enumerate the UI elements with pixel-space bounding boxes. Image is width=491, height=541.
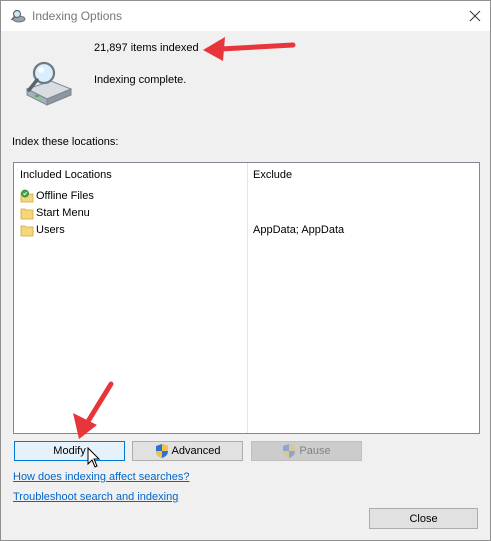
location-name: Start Menu	[36, 207, 90, 219]
index-locations-label: Index these locations:	[12, 136, 119, 148]
pause-button-label: Pause	[299, 445, 331, 457]
list-item[interactable]: Offline Files	[14, 188, 479, 205]
offline-files-icon	[20, 189, 34, 203]
advanced-button[interactable]: Advanced	[132, 441, 243, 461]
list-item[interactable]: Start Menu	[14, 205, 479, 222]
indexing-status: Indexing complete.	[94, 74, 187, 86]
troubleshoot-link[interactable]: Troubleshoot search and indexing	[13, 491, 178, 503]
close-window-button[interactable]	[460, 1, 490, 31]
annotation-arrow-count	[203, 37, 296, 61]
folder-icon	[20, 225, 34, 237]
locations-list[interactable]: Included Locations Exclude Offline Files…	[13, 162, 480, 434]
close-button[interactable]: Close	[369, 508, 478, 529]
indexing-options-window: Indexing Options 21,897 items indexed In…	[0, 0, 491, 541]
list-item[interactable]: Users AppData; AppData	[14, 222, 479, 239]
location-name: Users	[36, 224, 65, 236]
search-drive-icon	[25, 61, 73, 106]
column-header-exclude[interactable]: Exclude	[253, 163, 292, 187]
how-indexing-affects-link[interactable]: How does indexing affect searches?	[13, 471, 190, 483]
items-indexed-count: 21,897 items indexed	[94, 42, 199, 54]
indexing-options-icon	[10, 9, 26, 23]
uac-shield-icon	[155, 444, 168, 458]
close-icon	[469, 10, 481, 22]
title-bar: Indexing Options	[1, 1, 490, 31]
advanced-button-label: Advanced	[171, 445, 221, 457]
column-header-included[interactable]: Included Locations	[20, 163, 112, 187]
modify-button[interactable]: Modify	[14, 441, 125, 461]
location-name: Offline Files	[36, 190, 94, 202]
pause-button[interactable]: Pause	[251, 441, 362, 461]
window-title: Indexing Options	[32, 9, 123, 23]
uac-shield-icon	[283, 444, 296, 458]
folder-icon	[20, 208, 34, 220]
location-exclude: AppData; AppData	[253, 224, 345, 236]
